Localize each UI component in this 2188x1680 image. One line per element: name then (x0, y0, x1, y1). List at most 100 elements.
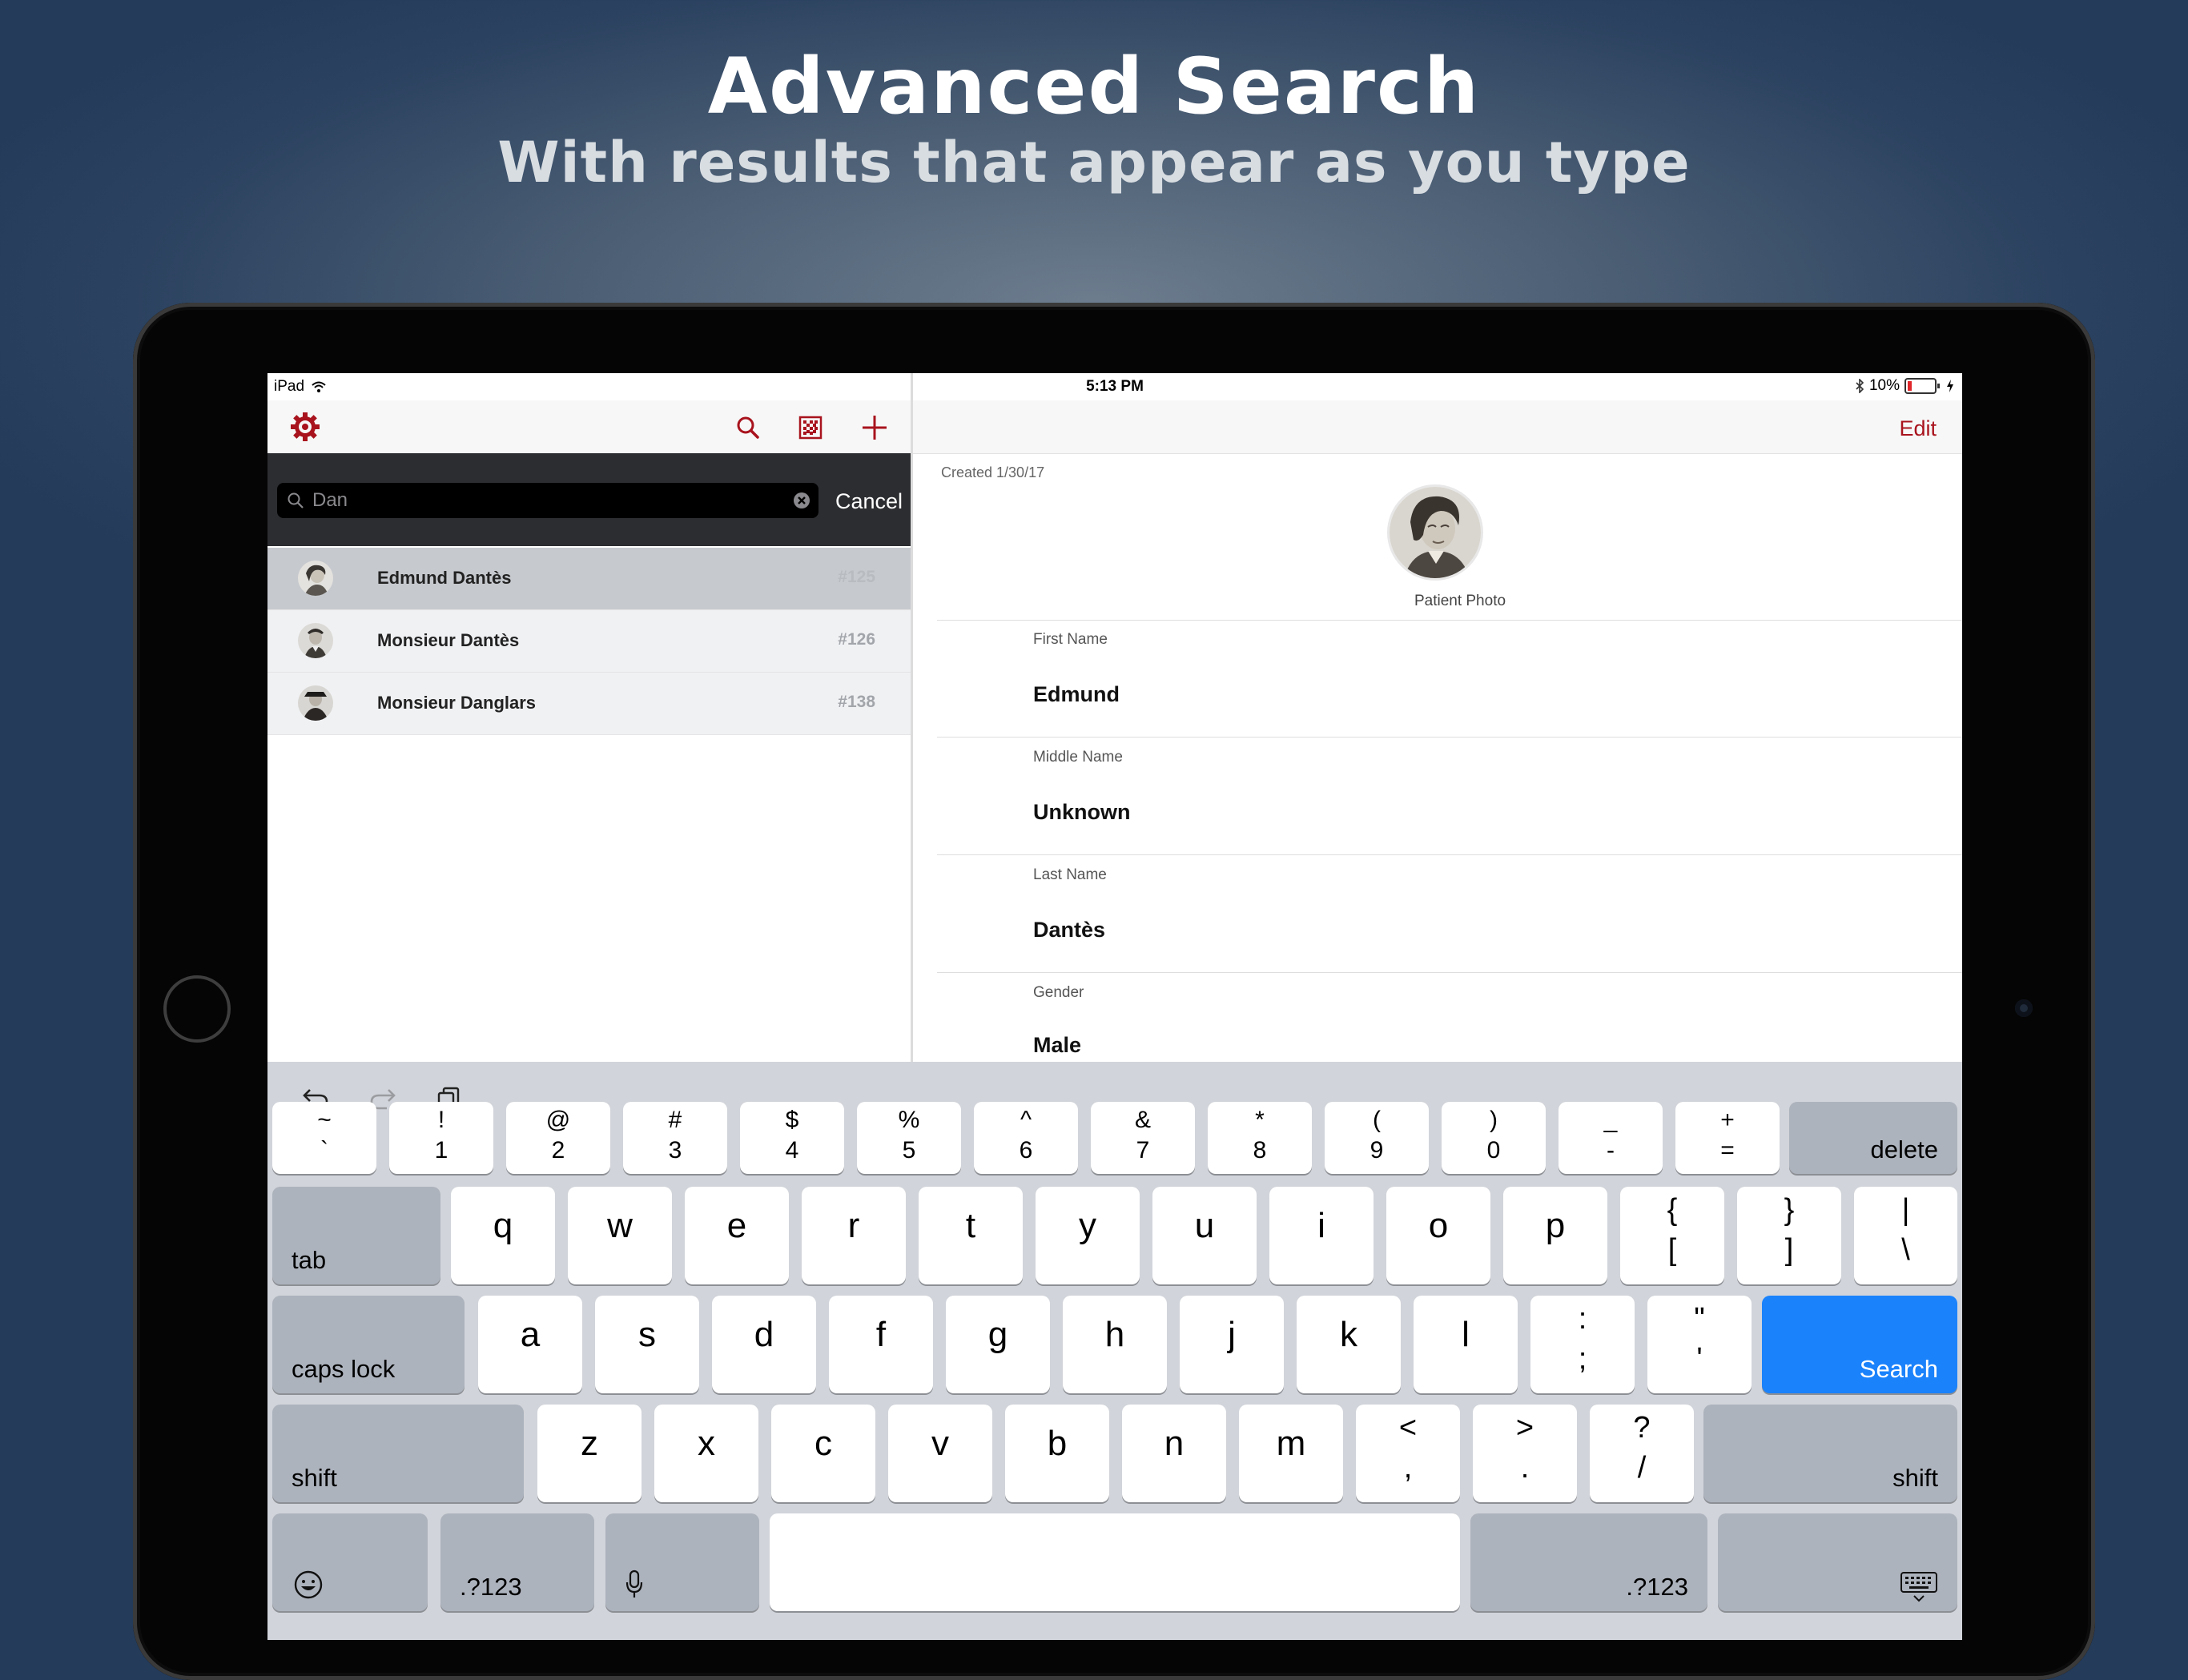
search-field-magnifier-icon (288, 492, 304, 508)
key-backslash[interactable]: | \ (1854, 1187, 1957, 1284)
key-o[interactable]: o (1386, 1187, 1490, 1284)
caps-lock-key[interactable]: caps lock (272, 1296, 465, 1393)
key-label: z (581, 1424, 598, 1463)
search-field[interactable] (277, 483, 818, 518)
search-key[interactable]: Search (1762, 1296, 1957, 1393)
last-name-value[interactable]: Dantès (1033, 918, 1105, 942)
add-icon[interactable] (857, 410, 892, 445)
search-input[interactable] (312, 483, 777, 518)
clear-search-icon[interactable] (793, 492, 810, 509)
key-bracket-right[interactable]: }] (1737, 1187, 1841, 1284)
key-backtick[interactable]: ~ ` (272, 1102, 376, 1174)
key-8[interactable]: * 8 (1208, 1102, 1312, 1174)
key-upper: < (1398, 1411, 1418, 1445)
key-r[interactable]: r (802, 1187, 906, 1284)
shift-left-key[interactable]: shift (272, 1405, 524, 1502)
search-icon[interactable] (732, 412, 764, 444)
key-w[interactable]: w (568, 1187, 672, 1284)
list-item[interactable]: Monsieur Dantès #126 (267, 610, 911, 673)
home-button[interactable] (163, 975, 231, 1043)
key-m[interactable]: m (1239, 1405, 1343, 1502)
divider (937, 854, 1962, 855)
emoji-key[interactable] (272, 1513, 428, 1611)
key-f[interactable]: f (829, 1296, 933, 1393)
key-equals[interactable]: + = (1675, 1102, 1780, 1174)
result-id: #126 (838, 630, 875, 649)
key-0[interactable]: ) 0 (1442, 1102, 1546, 1174)
key-y[interactable]: y (1036, 1187, 1140, 1284)
key-minus[interactable]: _ - (1559, 1102, 1663, 1174)
key-label: .?123 (460, 1573, 522, 1601)
key-i[interactable]: i (1269, 1187, 1374, 1284)
key-x[interactable]: x (654, 1405, 758, 1502)
cancel-search-button[interactable]: Cancel (835, 489, 903, 514)
gender-label: Gender (1033, 984, 1084, 1001)
divider (937, 972, 1962, 973)
key-b[interactable]: b (1005, 1405, 1109, 1502)
settings-gear-icon[interactable] (288, 410, 322, 444)
key-lower: 2 (551, 1137, 565, 1164)
key-lower: 5 (902, 1137, 916, 1164)
key-s[interactable]: s (595, 1296, 699, 1393)
patient-list-pane: Cancel Edmund Dantès #125 Monsieur Dantè… (267, 373, 911, 1062)
key-d[interactable]: d (712, 1296, 816, 1393)
numbers-right-key[interactable]: .?123 (1470, 1513, 1707, 1611)
key-upper: ( (1373, 1107, 1381, 1133)
key-p[interactable]: p (1503, 1187, 1607, 1284)
key-upper: @ (545, 1107, 571, 1133)
key-7[interactable]: & 7 (1091, 1102, 1195, 1174)
first-name-value[interactable]: Edmund (1033, 682, 1120, 707)
tab-key[interactable]: tab (272, 1187, 440, 1284)
key-upper: ) (1490, 1107, 1498, 1133)
key-lower: , (1403, 1451, 1413, 1485)
key-4[interactable]: $4 (740, 1102, 844, 1174)
shift-right-key[interactable]: shift (1703, 1405, 1957, 1502)
key-q[interactable]: q (451, 1187, 555, 1284)
key-semicolon[interactable]: :; (1530, 1296, 1635, 1393)
delete-key[interactable]: delete (1789, 1102, 1957, 1174)
gender-value[interactable]: Male (1033, 1033, 1081, 1058)
key-v[interactable]: v (888, 1405, 992, 1502)
edit-button[interactable]: Edit (1899, 416, 1937, 441)
key-period[interactable]: >. (1473, 1405, 1577, 1502)
key-l[interactable]: l (1414, 1296, 1518, 1393)
dismiss-keyboard-key[interactable] (1718, 1513, 1957, 1611)
list-item[interactable]: Edmund Dantès #125 (267, 548, 911, 610)
key-c[interactable]: c (771, 1405, 875, 1502)
key-9[interactable]: (9 (1325, 1102, 1429, 1174)
dictation-key[interactable] (605, 1513, 759, 1611)
key-bracket-left[interactable]: {[ (1620, 1187, 1724, 1284)
key-t[interactable]: t (919, 1187, 1023, 1284)
patient-detail-pane: Edit Created 1/30/17 Patient Photo First… (913, 373, 1962, 1062)
key-n[interactable]: n (1122, 1405, 1226, 1502)
numbers-left-key[interactable]: .?123 (440, 1513, 594, 1611)
middle-name-label: Middle Name (1033, 749, 1123, 766)
middle-name-value[interactable]: Unknown (1033, 800, 1131, 825)
key-upper: " (1694, 1302, 1705, 1336)
key-label: g (987, 1315, 1008, 1354)
keyboard-dismiss-icon (1900, 1572, 1937, 1602)
key-u[interactable]: u (1152, 1187, 1257, 1284)
space-bar[interactable] (770, 1513, 1460, 1611)
key-slash[interactable]: ? / (1590, 1405, 1694, 1502)
qr-code-icon[interactable] (794, 412, 827, 444)
key-quote[interactable]: " ' (1647, 1296, 1752, 1393)
key-comma[interactable]: <, (1356, 1405, 1460, 1502)
key-g[interactable]: g (946, 1296, 1050, 1393)
key-label: v (931, 1424, 949, 1463)
key-1[interactable]: ! 1 (389, 1102, 493, 1174)
key-j[interactable]: j (1180, 1296, 1284, 1393)
list-item[interactable]: Monsieur Danglars #138 (267, 673, 911, 735)
key-5[interactable]: % 5 (857, 1102, 961, 1174)
patient-photo[interactable] (1390, 487, 1481, 578)
key-a[interactable]: a (478, 1296, 582, 1393)
key-upper: } (1784, 1193, 1795, 1227)
key-2[interactable]: @2 (506, 1102, 610, 1174)
key-h[interactable]: h (1063, 1296, 1167, 1393)
key-k[interactable]: k (1297, 1296, 1401, 1393)
key-e[interactable]: e (685, 1187, 789, 1284)
key-3[interactable]: #3 (623, 1102, 727, 1174)
key-lower: ` (320, 1137, 328, 1164)
key-6[interactable]: ^ 6 (974, 1102, 1078, 1174)
key-z[interactable]: z (537, 1405, 642, 1502)
